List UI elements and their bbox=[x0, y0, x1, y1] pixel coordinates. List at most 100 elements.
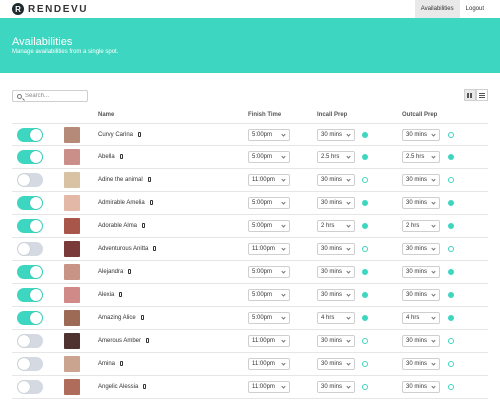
availability-toggle[interactable] bbox=[17, 242, 43, 256]
outcall-status-indicator[interactable] bbox=[448, 384, 454, 390]
outcall-status-indicator[interactable] bbox=[448, 269, 454, 275]
outcall-prep-select[interactable]: 4 hrs bbox=[402, 312, 440, 324]
chevron-down-icon bbox=[281, 384, 286, 389]
outcall-prep-select[interactable]: 2 hrs bbox=[402, 220, 440, 232]
incall-prep-select[interactable]: 2 hrs bbox=[317, 220, 355, 232]
finish-time-select[interactable]: 11:00pm bbox=[248, 335, 290, 347]
outcall-prep-select[interactable]: 30 mins bbox=[402, 174, 440, 186]
row-name[interactable]: Admirable Amelia bbox=[98, 200, 153, 206]
availability-toggle[interactable] bbox=[17, 173, 43, 187]
outcall-prep-select[interactable]: 30 mins bbox=[402, 381, 440, 393]
incall-status-indicator[interactable] bbox=[362, 315, 368, 321]
availability-toggle[interactable] bbox=[17, 288, 43, 302]
availability-toggle[interactable] bbox=[17, 380, 43, 394]
outcall-status-indicator[interactable] bbox=[448, 292, 454, 298]
row-name[interactable]: Curvy Carina bbox=[98, 132, 142, 138]
availability-toggle[interactable] bbox=[17, 219, 43, 233]
row-name[interactable]: Angelic Alessia bbox=[98, 384, 147, 390]
finish-time-select[interactable]: 11:00pm bbox=[248, 381, 290, 393]
finish-time-select[interactable]: 5:00pm bbox=[248, 151, 290, 163]
row-name[interactable]: Abella bbox=[98, 154, 123, 160]
chevron-down-icon bbox=[346, 338, 351, 343]
incall-prep-select[interactable]: 30 mins bbox=[317, 197, 355, 209]
search-input[interactable] bbox=[25, 91, 85, 101]
chevron-down-icon bbox=[281, 315, 286, 320]
availability-toggle[interactable] bbox=[17, 357, 43, 371]
outcall-prep-select[interactable]: 30 mins bbox=[402, 335, 440, 347]
outcall-status-indicator[interactable] bbox=[448, 223, 454, 229]
outcall-status-indicator[interactable] bbox=[448, 246, 454, 252]
incall-status-indicator[interactable] bbox=[362, 338, 368, 344]
row-name[interactable]: Amazing Alice bbox=[98, 315, 144, 321]
chevron-down-icon bbox=[346, 384, 351, 389]
incall-prep-select[interactable]: 30 mins bbox=[317, 381, 355, 393]
incall-status-indicator[interactable] bbox=[362, 269, 368, 275]
incall-prep-value: 30 mins bbox=[321, 177, 343, 183]
chevron-down-icon bbox=[346, 200, 351, 205]
list-view-button[interactable] bbox=[476, 89, 488, 101]
page-subtitle: Manage availabilities from a single spot… bbox=[12, 49, 119, 55]
incall-prep-select[interactable]: 30 mins bbox=[317, 266, 355, 278]
outcall-status-indicator[interactable] bbox=[448, 177, 454, 183]
incall-status-indicator[interactable] bbox=[362, 223, 368, 229]
outcall-prep-select[interactable]: 30 mins bbox=[402, 197, 440, 209]
incall-status-indicator[interactable] bbox=[362, 292, 368, 298]
incall-prep-select[interactable]: 4 hrs bbox=[317, 312, 355, 324]
incall-status-indicator[interactable] bbox=[362, 177, 368, 183]
outcall-status-indicator[interactable] bbox=[448, 200, 454, 206]
outcall-status-indicator[interactable] bbox=[448, 132, 454, 138]
name-text: Admirable Amelia bbox=[98, 200, 145, 206]
outcall-prep-select[interactable]: 2.5 hrs bbox=[402, 151, 440, 163]
row-name[interactable]: Amerous Amber bbox=[98, 338, 150, 344]
brand-logo[interactable]: R RENDEVU bbox=[12, 2, 88, 16]
incall-status-indicator[interactable] bbox=[362, 132, 368, 138]
nav-logout[interactable]: Logout bbox=[460, 0, 490, 18]
outcall-status-indicator[interactable] bbox=[448, 315, 454, 321]
finish-time-select[interactable]: 5:00pm bbox=[248, 312, 290, 324]
outcall-prep-select[interactable]: 30 mins bbox=[402, 289, 440, 301]
incall-prep-select[interactable]: 30 mins bbox=[317, 174, 355, 186]
finish-time-select[interactable]: 5:00pm bbox=[248, 220, 290, 232]
row-name[interactable]: Adorable Alma bbox=[98, 223, 146, 229]
availability-toggle[interactable] bbox=[17, 196, 43, 210]
finish-time-select[interactable]: 11:00pm bbox=[248, 358, 290, 370]
availability-toggle[interactable] bbox=[17, 265, 43, 279]
outcall-status-indicator[interactable] bbox=[448, 154, 454, 160]
outcall-status-indicator[interactable] bbox=[448, 361, 454, 367]
outcall-prep-select[interactable]: 30 mins bbox=[402, 243, 440, 255]
incall-status-indicator[interactable] bbox=[362, 246, 368, 252]
outcall-prep-select[interactable]: 30 mins bbox=[402, 129, 440, 141]
finish-time-select[interactable]: 11:00pm bbox=[248, 243, 290, 255]
incall-prep-select[interactable]: 2.5 hrs bbox=[317, 151, 355, 163]
outcall-prep-select[interactable]: 30 mins bbox=[402, 358, 440, 370]
availability-toggle[interactable] bbox=[17, 311, 43, 325]
finish-time-select[interactable]: 5:00pm bbox=[248, 266, 290, 278]
finish-time-select[interactable]: 5:00pm bbox=[248, 197, 290, 209]
availability-toggle[interactable] bbox=[17, 150, 43, 164]
row-name[interactable]: Adventurous Anitta bbox=[98, 246, 157, 252]
name-text: Adorable Alma bbox=[98, 223, 138, 229]
availability-toggle[interactable] bbox=[17, 128, 43, 142]
column-header-incall-prep: Incall Prep bbox=[317, 112, 348, 118]
availability-toggle[interactable] bbox=[17, 334, 43, 348]
incall-prep-select[interactable]: 30 mins bbox=[317, 335, 355, 347]
incall-prep-select[interactable]: 30 mins bbox=[317, 289, 355, 301]
incall-prep-select[interactable]: 30 mins bbox=[317, 129, 355, 141]
nav-availabilities[interactable]: Availabilities bbox=[414, 0, 460, 18]
finish-time-select[interactable]: 5:00pm bbox=[248, 289, 290, 301]
outcall-status-indicator[interactable] bbox=[448, 338, 454, 344]
grid-view-button[interactable] bbox=[464, 89, 476, 101]
finish-time-select[interactable]: 11:00pm bbox=[248, 174, 290, 186]
finish-time-select[interactable]: 5:00pm bbox=[248, 129, 290, 141]
incall-prep-select[interactable]: 30 mins bbox=[317, 243, 355, 255]
incall-status-indicator[interactable] bbox=[362, 154, 368, 160]
row-name[interactable]: Adine the animal bbox=[98, 177, 151, 183]
outcall-prep-select[interactable]: 30 mins bbox=[402, 266, 440, 278]
incall-status-indicator[interactable] bbox=[362, 200, 368, 206]
incall-status-indicator[interactable] bbox=[362, 384, 368, 390]
row-name[interactable]: Alejandra bbox=[98, 269, 132, 275]
incall-status-indicator[interactable] bbox=[362, 361, 368, 367]
row-name[interactable]: Alexia bbox=[98, 292, 123, 298]
row-name[interactable]: Amina bbox=[98, 361, 124, 367]
incall-prep-select[interactable]: 30 mins bbox=[317, 358, 355, 370]
